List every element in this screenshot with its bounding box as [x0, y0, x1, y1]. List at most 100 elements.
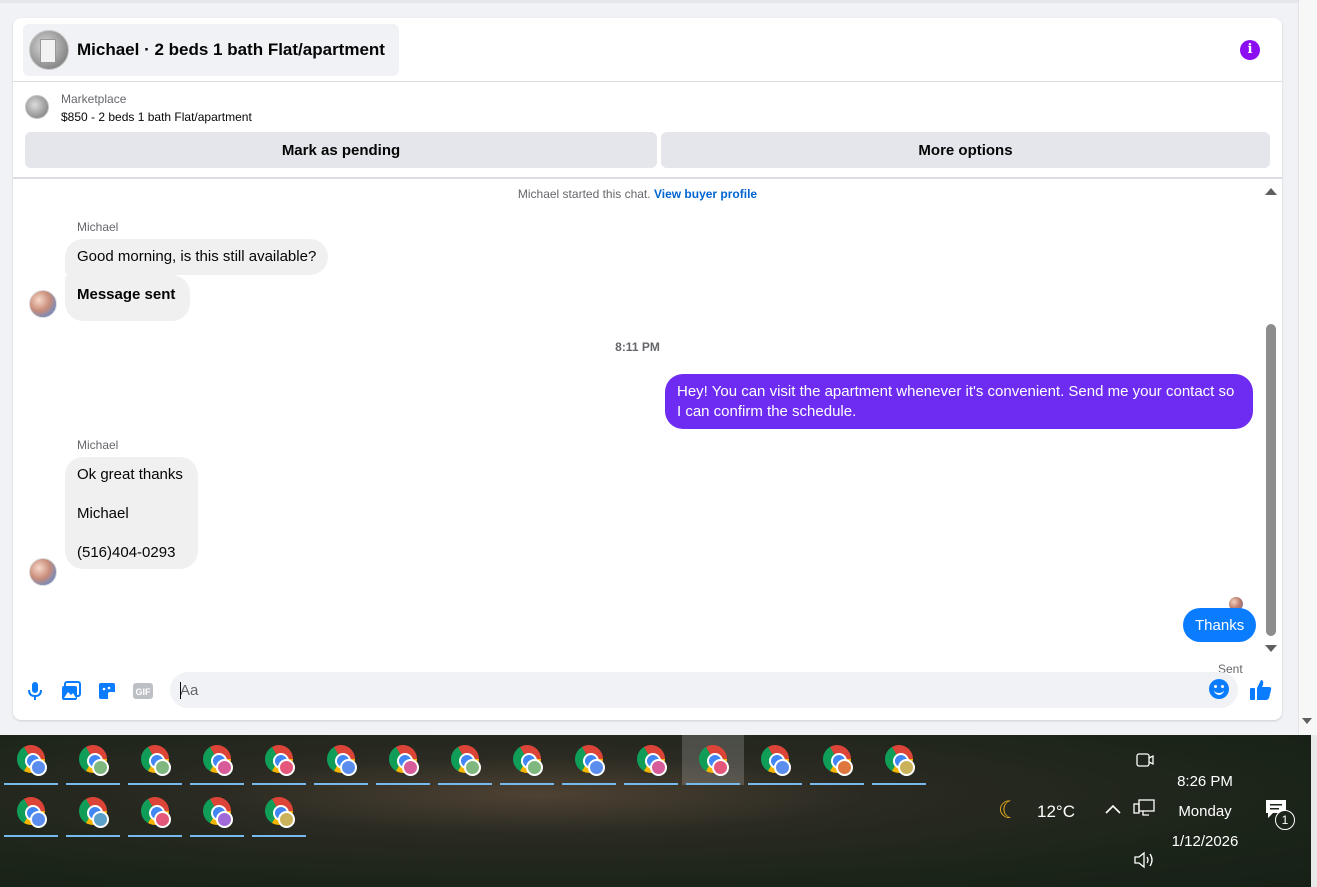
- message-timestamp: 8:11 PM: [615, 340, 660, 354]
- chrome-window-button[interactable]: [0, 735, 62, 785]
- clock-day[interactable]: Monday: [1162, 803, 1248, 820]
- michael-avatar[interactable]: [29, 558, 57, 586]
- running-indicator: [128, 783, 182, 785]
- chrome-window-button[interactable]: [806, 735, 868, 785]
- chrome-window-button[interactable]: [248, 787, 310, 837]
- listing-bar: Marketplace $850 - 2 beds 1 bath Flat/ap…: [13, 83, 1282, 179]
- text-caret: [180, 682, 181, 699]
- windows-taskbar: ☾ 12°C 8:26 PM Monday 1/12/2026 1: [0, 735, 1317, 887]
- chrome-window-button[interactable]: [744, 735, 806, 785]
- running-indicator: [810, 783, 864, 785]
- running-indicator: [624, 783, 678, 785]
- conversation-title-button[interactable]: Michael · 2 beds 1 bath Flat/apartment: [23, 24, 399, 76]
- profile-badge-icon: [402, 759, 419, 776]
- running-indicator: [376, 783, 430, 785]
- weather-temperature[interactable]: 12°C: [1037, 802, 1075, 822]
- microphone-icon[interactable]: [24, 680, 46, 702]
- chrome-window-button[interactable]: [496, 735, 558, 785]
- page-scroll-down-arrow[interactable]: [1302, 718, 1312, 724]
- chrome-window-button[interactable]: [248, 735, 310, 785]
- message-bubble-sent[interactable]: Thanks: [1183, 608, 1257, 642]
- chat-started-notice: Michael started this chat. View buyer pr…: [13, 187, 1262, 201]
- running-indicator: [128, 835, 182, 837]
- running-indicator: [4, 783, 58, 785]
- chat-header: Michael · 2 beds 1 bath Flat/apartment i: [13, 18, 1282, 82]
- profile-badge-icon: [650, 759, 667, 776]
- chevron-up-icon[interactable]: [1104, 801, 1124, 821]
- profile-badge-icon: [92, 759, 109, 776]
- clock-time[interactable]: 8:26 PM: [1162, 773, 1248, 790]
- chrome-window-button[interactable]: [62, 735, 124, 785]
- message-list: Michael started this chat. View buyer pr…: [13, 181, 1282, 676]
- chrome-window-button[interactable]: [434, 735, 496, 785]
- profile-badge-icon: [30, 811, 47, 828]
- chrome-window-button[interactable]: [620, 735, 682, 785]
- message-bubble[interactable]: Ok great thanks Michael (516)404-0293: [65, 457, 198, 569]
- message-line: Ok great thanks: [77, 466, 183, 483]
- more-options-button[interactable]: More options: [661, 132, 1270, 168]
- chrome-window-button[interactable]: [62, 787, 124, 837]
- moon-icon[interactable]: ☾: [998, 797, 1026, 825]
- profile-badge-icon: [898, 759, 915, 776]
- running-indicator: [562, 783, 616, 785]
- running-indicator: [252, 835, 306, 837]
- image-icon[interactable]: [60, 680, 82, 702]
- running-indicator: [500, 783, 554, 785]
- message-bubble-sent[interactable]: Hey! You can visit the apartment wheneve…: [665, 374, 1253, 429]
- running-indicator: [314, 783, 368, 785]
- running-indicator: [190, 783, 244, 785]
- mark-as-pending-button[interactable]: Mark as pending: [25, 132, 657, 168]
- scroll-up-arrow[interactable]: [1265, 188, 1277, 195]
- page-scrollbar[interactable]: [1298, 0, 1317, 735]
- running-indicator: [872, 783, 926, 785]
- message-composer: GIF: [13, 662, 1282, 720]
- profile-badge-icon: [154, 759, 171, 776]
- thumbs-up-icon[interactable]: [1249, 678, 1273, 702]
- profile-badge-icon: [836, 759, 853, 776]
- message-scrollbar-thumb[interactable]: [1266, 324, 1276, 636]
- running-indicator: [66, 783, 120, 785]
- volume-icon[interactable]: [1133, 850, 1155, 870]
- chrome-window-button[interactable]: [682, 735, 744, 785]
- profile-badge-icon: [216, 811, 233, 828]
- chrome-window-button[interactable]: [124, 787, 186, 837]
- michael-avatar[interactable]: [29, 290, 57, 318]
- listing-small-thumbnail[interactable]: [25, 95, 49, 119]
- meet-now-icon[interactable]: [1136, 751, 1154, 769]
- chrome-window-button[interactable]: [310, 735, 372, 785]
- profile-badge-icon: [216, 759, 233, 776]
- scroll-down-arrow[interactable]: [1265, 645, 1277, 652]
- profile-badge-icon: [92, 811, 109, 828]
- profile-badge-icon: [774, 759, 791, 776]
- message-bubble[interactable]: Message sent: [65, 275, 191, 321]
- chrome-window-button[interactable]: [186, 735, 248, 785]
- chrome-window-button[interactable]: [868, 735, 930, 785]
- chat-started-text: Michael started this chat.: [517, 187, 651, 201]
- profile-badge-icon: [588, 759, 605, 776]
- emoji-icon[interactable]: [1209, 679, 1229, 699]
- profile-badge-icon: [712, 759, 729, 776]
- chrome-window-button[interactable]: [558, 735, 620, 785]
- chrome-window-button[interactable]: [186, 787, 248, 837]
- listing-source: Marketplace: [61, 92, 127, 106]
- view-buyer-profile-link[interactable]: View buyer profile: [654, 187, 757, 201]
- chrome-window-button[interactable]: [124, 735, 186, 785]
- sticker-icon[interactable]: [96, 680, 118, 702]
- message-line: Michael: [77, 505, 129, 522]
- info-icon[interactable]: i: [1240, 40, 1260, 60]
- listing-price-title[interactable]: $850 - 2 beds 1 bath Flat/apartment: [61, 110, 252, 124]
- conversation-title: Michael · 2 beds 1 bath Flat/apartment: [77, 40, 385, 59]
- chat-window: Michael · 2 beds 1 bath Flat/apartment i…: [13, 18, 1282, 720]
- chrome-window-button[interactable]: [0, 787, 62, 837]
- running-indicator: [686, 783, 740, 785]
- message-input[interactable]: [170, 672, 1238, 708]
- gif-icon[interactable]: GIF: [132, 680, 154, 702]
- chrome-window-button[interactable]: [372, 735, 434, 785]
- clock-date[interactable]: 1/12/2026: [1162, 833, 1248, 850]
- profile-badge-icon: [30, 759, 47, 776]
- profile-badge-icon: [154, 811, 171, 828]
- running-indicator: [748, 783, 802, 785]
- profile-badge-icon: [278, 811, 295, 828]
- network-icon[interactable]: [1133, 799, 1155, 819]
- message-bubble[interactable]: Good morning, is this still available?: [65, 239, 329, 275]
